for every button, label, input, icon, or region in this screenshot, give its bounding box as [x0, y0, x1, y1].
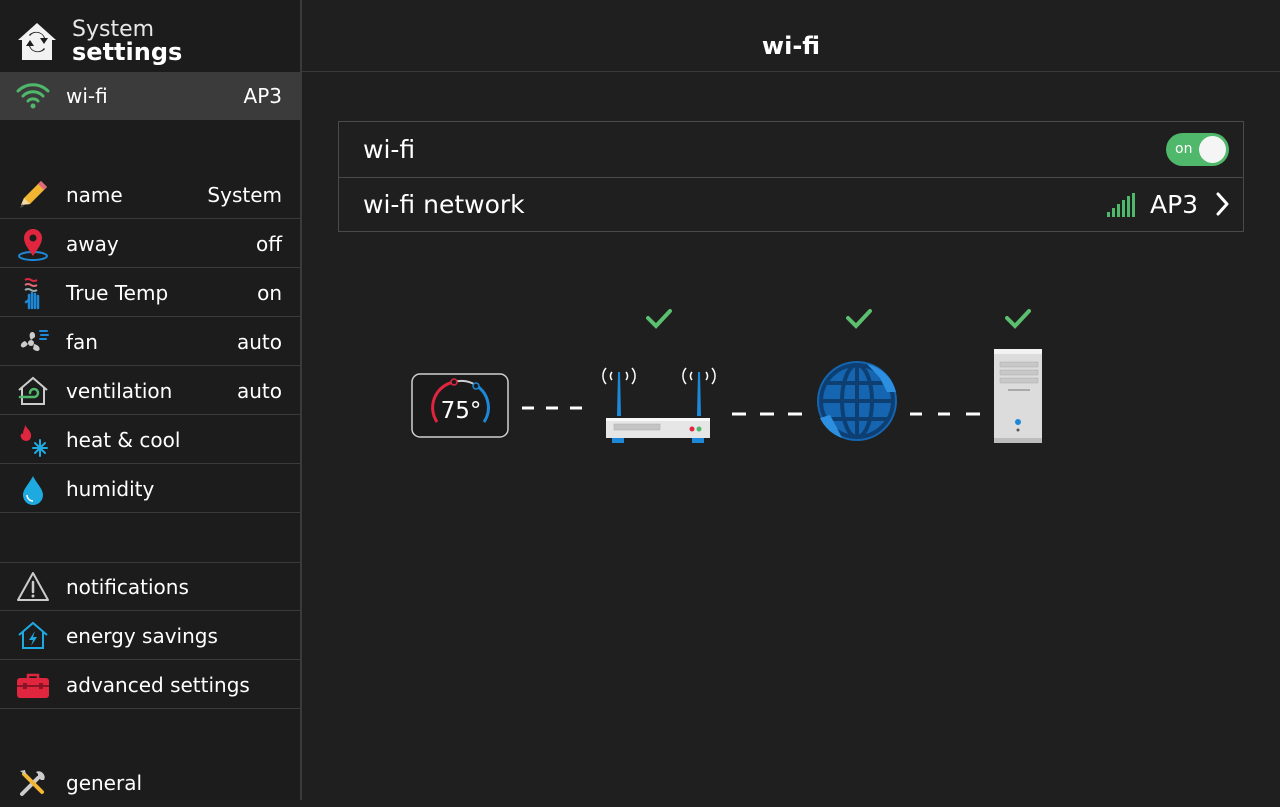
main-header: wi-fi [302, 0, 1280, 72]
sidebar-item-fan[interactable]: fan auto [0, 318, 300, 366]
sidebar-item-label: wi-fi [66, 84, 108, 108]
sidebar-item-value: System [207, 183, 282, 207]
sidebar-item-label: advanced settings [66, 673, 250, 697]
sidebar-item-energy-savings[interactable]: energy savings [0, 612, 300, 660]
wifi-network-label: wi-fi network [363, 190, 525, 219]
wifi-network-row[interactable]: wi-fi network AP3 [339, 177, 1243, 232]
house-airflow-icon [18, 376, 48, 405]
hand-heat-icon [24, 278, 40, 310]
sidebar-item-label: energy savings [66, 624, 218, 648]
wifi-toggle[interactable]: on [1166, 133, 1229, 166]
sidebar-item-label: True Temp [66, 281, 169, 305]
page-title: wi-fi [761, 32, 821, 60]
sidebar-item-value: AP3 [243, 84, 282, 108]
sidebar-item-away[interactable]: away off [0, 220, 300, 268]
toolbox-icon [17, 673, 49, 698]
pencil-icon [20, 181, 47, 208]
sidebar-item-wifi[interactable]: wi-fi AP3 [0, 72, 300, 120]
globe-icon [817, 361, 897, 441]
sidebar-item-label: heat & cool [66, 428, 181, 452]
wifi-network-value: AP3 [1150, 190, 1199, 219]
sidebar-item-value: on [257, 281, 282, 305]
toggle-knob [1199, 136, 1226, 163]
sidebar-item-label: fan [66, 330, 98, 354]
sidebar-item-value: auto [236, 379, 282, 403]
signal-strength-icon [1107, 193, 1135, 217]
water-drop-icon [23, 476, 43, 505]
sidebar-item-label: humidity [66, 477, 155, 501]
server-check-icon [1005, 309, 1031, 329]
sidebar-item-heat-cool[interactable]: heat & cool [0, 416, 300, 464]
router-check-icon [646, 309, 672, 329]
router-icon [602, 367, 716, 443]
house-bolt-icon [18, 621, 48, 649]
sidebar-item-name[interactable]: name System [0, 171, 300, 219]
flame-snowflake-icon [20, 425, 48, 457]
chevron-right-icon [1216, 192, 1229, 216]
sidebar: System settings wi-fi AP3 name System aw… [0, 0, 302, 800]
wifi-settings-box: wi-fi on wi-fi network AP3 [338, 121, 1244, 232]
home-logo-icon [18, 23, 56, 60]
warning-triangle-icon [17, 572, 49, 601]
fan-icon [20, 330, 49, 352]
location-pin-icon [18, 229, 48, 261]
sidebar-item-humidity[interactable]: humidity [0, 465, 300, 513]
sidebar-item-label: away [66, 232, 119, 256]
wifi-row-label: wi-fi [363, 135, 416, 164]
sidebar-item-label: ventilation [66, 379, 173, 403]
server-icon [994, 349, 1042, 443]
sidebar-item-true-temp[interactable]: True Temp on [0, 269, 300, 317]
sidebar-item-notifications[interactable]: notifications [0, 563, 300, 611]
main-panel: wi-fi wi-fi on wi-fi network AP3 75° [302, 0, 1280, 800]
thermostat-temp: 75° [441, 398, 482, 424]
wifi-icon [16, 83, 50, 109]
sidebar-title-line2: settings [72, 38, 183, 66]
sidebar-item-label: notifications [66, 575, 189, 599]
sidebar-item-ventilation[interactable]: ventilation auto [0, 367, 300, 415]
sidebar-item-advanced-settings[interactable]: advanced settings [0, 661, 300, 709]
sidebar-item-value: auto [236, 330, 282, 354]
wifi-toggle-row: wi-fi on [339, 122, 1243, 178]
connection-diagram: 75° [411, 309, 1042, 443]
thermostat-icon: 75° [411, 373, 509, 438]
toggle-state-text: on [1175, 141, 1193, 157]
internet-check-icon [846, 309, 872, 329]
sidebar-header: System settings [0, 0, 300, 72]
tools-icon [20, 770, 45, 796]
sidebar-item-value: off [255, 232, 282, 256]
sidebar-item-label: general [66, 771, 143, 795]
sidebar-item-label: name [66, 183, 123, 207]
sidebar-spacer [0, 514, 300, 563]
